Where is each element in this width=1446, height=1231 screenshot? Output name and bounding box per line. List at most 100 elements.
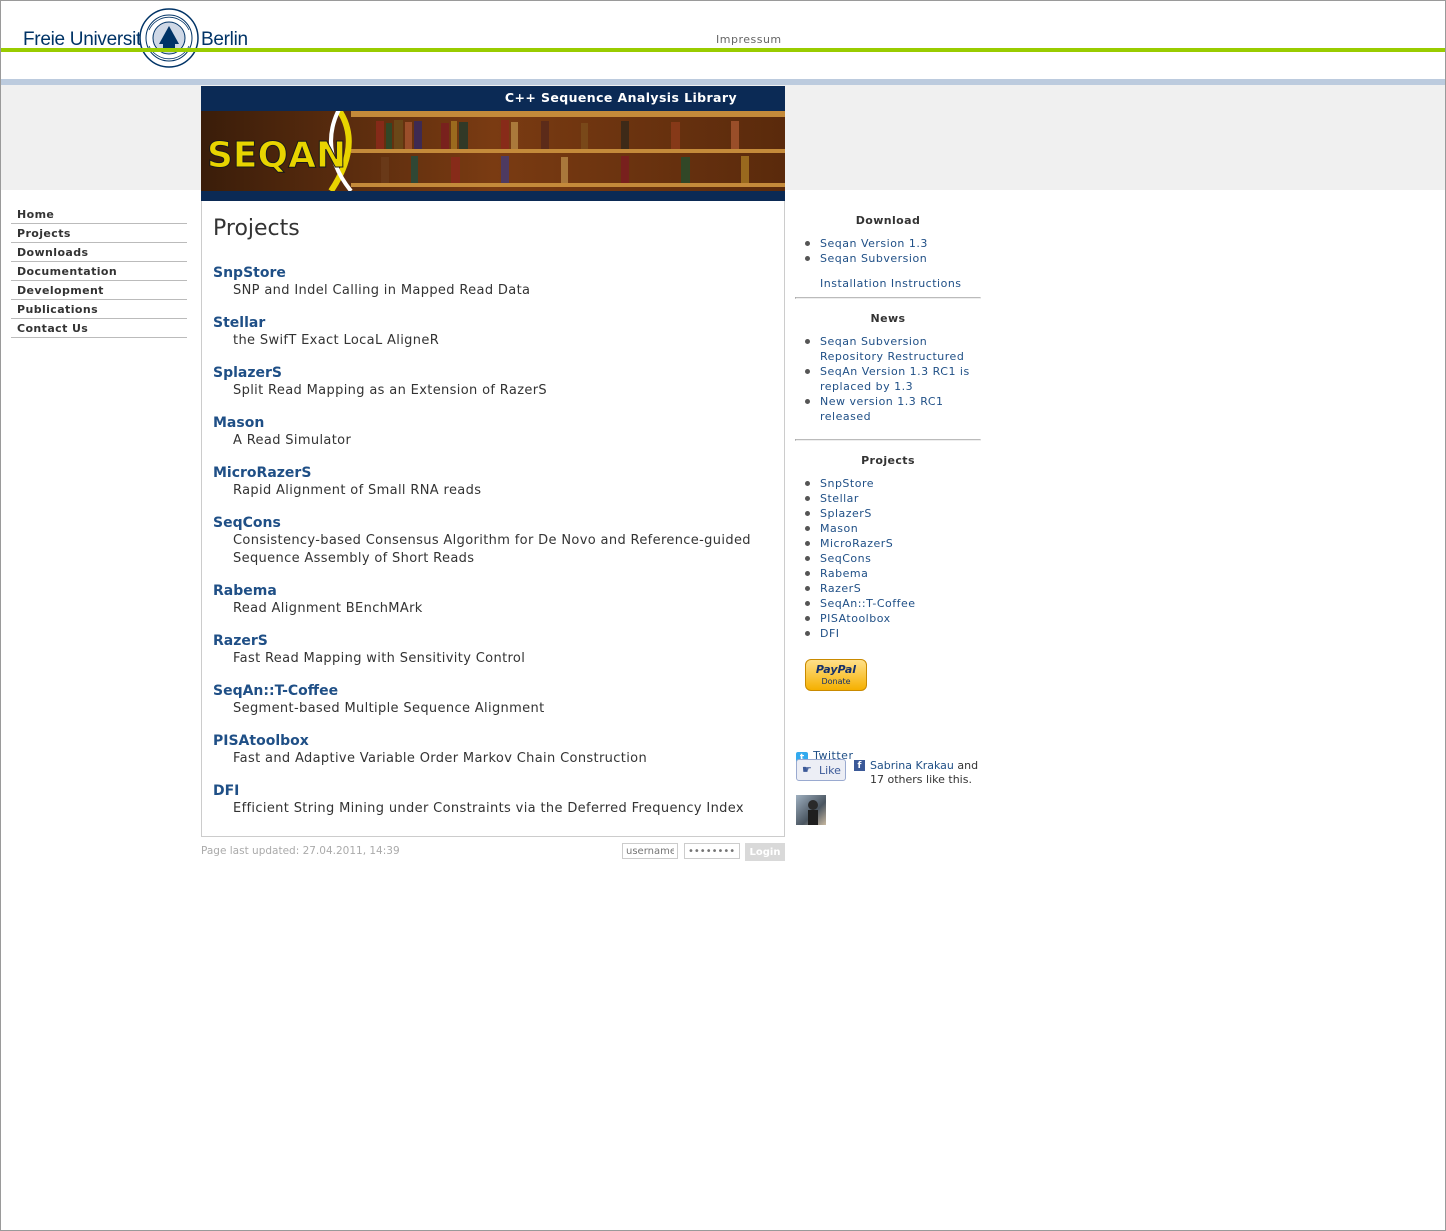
seqan-banner[interactable]: C++ Sequence Analysis Library SEQAN — [201, 86, 785, 201]
sidebar-project-mason[interactable]: Mason — [820, 522, 858, 535]
twitter-link[interactable]: t Twitter — [796, 744, 853, 764]
installation-instructions-link[interactable]: Installation Instructions — [795, 276, 981, 291]
project-link-pisatoolbox[interactable]: PISAtoolbox — [213, 732, 773, 750]
bullet-icon — [805, 369, 810, 374]
bullet-icon — [805, 526, 810, 531]
nav-item-home[interactable]: Home — [11, 205, 187, 224]
bullet-icon — [805, 601, 810, 606]
sidebar-project-seqcons[interactable]: SeqCons — [820, 552, 871, 565]
sidebar-project-pisatoolbox[interactable]: PISAtoolbox — [820, 612, 891, 625]
list-item: Seqan Subversion Repository Restructured — [795, 334, 981, 364]
list-item: Mason — [795, 521, 981, 536]
paypal-donate-button[interactable]: PayPal Donate — [805, 659, 867, 691]
list-item: MicroRazerS — [795, 536, 981, 551]
project-description: Consistency-based Consensus Algorithm fo… — [233, 533, 751, 566]
bullet-icon — [805, 496, 810, 501]
project-link-seqan-t-coffee[interactable]: SeqAn::T-Coffee — [213, 682, 773, 700]
projects-list: SnpStore Stellar SplazerS Mason MicroRaz… — [795, 476, 981, 641]
sidebar-project-dfi[interactable]: DFI — [820, 627, 840, 640]
nav-item-downloads[interactable]: Downloads — [11, 243, 187, 262]
login-button[interactable]: Login — [745, 843, 785, 861]
facebook-like-button[interactable]: ☛ Like — [796, 759, 846, 781]
project-link-seqcons[interactable]: SeqCons — [213, 514, 773, 532]
username-input[interactable] — [622, 843, 678, 859]
sidebar-project-microrazers[interactable]: MicroRazerS — [820, 537, 893, 550]
password-input[interactable] — [684, 843, 740, 859]
nav-item-projects[interactable]: Projects — [11, 224, 187, 243]
sidebar-project-seqan-t-coffee[interactable]: SeqAn::T-Coffee — [820, 597, 916, 610]
facebook-icon: f — [854, 760, 865, 771]
project-description: Read Alignment BEnchMArk — [233, 601, 423, 616]
banner-title: C++ Sequence Analysis Library — [504, 90, 737, 105]
project-link-snpstore[interactable]: SnpStore — [213, 264, 773, 282]
sidebar-project-stellar[interactable]: Stellar — [820, 492, 859, 505]
sidebar-project-snpstore[interactable]: SnpStore — [820, 477, 874, 490]
news-list: Seqan Subversion Repository Restructured… — [795, 334, 981, 424]
project-item: RazerS Fast Read Mapping with Sensitivit… — [213, 632, 773, 668]
news-link-rc1-replaced[interactable]: SeqAn Version 1.3 RC1 is replaced by 1.3 — [820, 365, 970, 393]
download-list: Seqan Version 1.3 Seqan Subversion — [795, 236, 981, 266]
nav-item-documentation[interactable]: Documentation — [11, 262, 187, 281]
project-link-splazers[interactable]: SplazerS — [213, 364, 773, 382]
project-item: Mason A Read Simulator — [213, 414, 773, 450]
list-item: Seqan Version 1.3 — [795, 236, 981, 251]
project-item: PISAtoolbox Fast and Adaptive Variable O… — [213, 732, 773, 768]
bullet-icon — [805, 541, 810, 546]
project-link-razers[interactable]: RazerS — [213, 632, 773, 650]
facebook-friend-link[interactable]: Sabrina Krakau — [870, 759, 954, 772]
list-item: New version 1.3 RC1 released — [795, 394, 981, 424]
list-item: SplazerS — [795, 506, 981, 521]
list-item: Rabema — [795, 566, 981, 581]
list-item: RazerS — [795, 581, 981, 596]
project-description: A Read Simulator — [233, 433, 352, 448]
project-link-microrazers[interactable]: MicroRazerS — [213, 464, 773, 482]
list-item: SeqCons — [795, 551, 981, 566]
project-link-mason[interactable]: Mason — [213, 414, 773, 432]
nav-item-development[interactable]: Development — [11, 281, 187, 300]
avatar[interactable] — [796, 795, 826, 825]
download-link-subversion[interactable]: Seqan Subversion — [820, 252, 927, 265]
main-content: Projects SnpStore SNP and Indel Calling … — [201, 201, 785, 837]
bullet-icon — [805, 556, 810, 561]
project-item: SplazerS Split Read Mapping as an Extens… — [213, 364, 773, 400]
sidebar-project-rabema[interactable]: Rabema — [820, 567, 868, 580]
left-navigation: Home Projects Downloads Documentation De… — [11, 205, 187, 338]
project-link-dfi[interactable]: DFI — [213, 782, 773, 800]
bullet-icon — [805, 481, 810, 486]
project-description: Fast Read Mapping with Sensitivity Contr… — [233, 651, 526, 666]
project-item: Stellar the SwifT Exact LocaL AligneR — [213, 314, 773, 350]
header-green-rule — [1, 48, 1445, 52]
project-description: Segment-based Multiple Sequence Alignmen… — [233, 701, 545, 716]
download-link-seqan-1-3[interactable]: Seqan Version 1.3 — [820, 237, 928, 250]
bullet-icon — [805, 339, 810, 344]
seqan-logo-text: SEQAN — [207, 135, 346, 176]
nav-item-publications[interactable]: Publications — [11, 300, 187, 319]
project-description: Split Read Mapping as an Extension of Ra… — [233, 383, 548, 398]
bullet-icon — [805, 511, 810, 516]
sidebar-project-splazers[interactable]: SplazerS — [820, 507, 872, 520]
bullet-icon — [805, 399, 810, 404]
project-link-stellar[interactable]: Stellar — [213, 314, 773, 332]
list-item: SnpStore — [795, 476, 981, 491]
news-link-rc1-released[interactable]: New version 1.3 RC1 released — [820, 395, 944, 423]
project-item: DFI Efficient String Mining under Constr… — [213, 782, 773, 818]
project-description: SNP and Indel Calling in Mapped Read Dat… — [233, 283, 531, 298]
university-seal-icon[interactable] — [139, 8, 199, 68]
project-description: the SwifT Exact LocaL AligneR — [233, 333, 440, 348]
nav-item-contact-us[interactable]: Contact Us — [11, 319, 187, 338]
news-box-title: News — [870, 312, 906, 325]
bullet-icon — [805, 631, 810, 636]
projects-box-title: Projects — [861, 454, 915, 467]
project-link-rabema[interactable]: Rabema — [213, 582, 773, 600]
bullet-icon — [805, 586, 810, 591]
project-item: MicroRazerS Rapid Alignment of Small RNA… — [213, 464, 773, 500]
news-link-subversion-restructured[interactable]: Seqan Subversion Repository Restructured — [820, 335, 964, 363]
list-item: Seqan Subversion — [795, 251, 981, 266]
sidebar-project-razers[interactable]: RazerS — [820, 582, 861, 595]
impressum-link[interactable]: Impressum — [716, 33, 782, 46]
project-item: SeqCons Consistency-based Consensus Algo… — [213, 514, 773, 568]
bullet-icon — [805, 256, 810, 261]
project-description: Fast and Adaptive Variable Order Markov … — [233, 751, 648, 766]
list-item: PISAtoolbox — [795, 611, 981, 626]
project-description: Rapid Alignment of Small RNA reads — [233, 483, 482, 498]
